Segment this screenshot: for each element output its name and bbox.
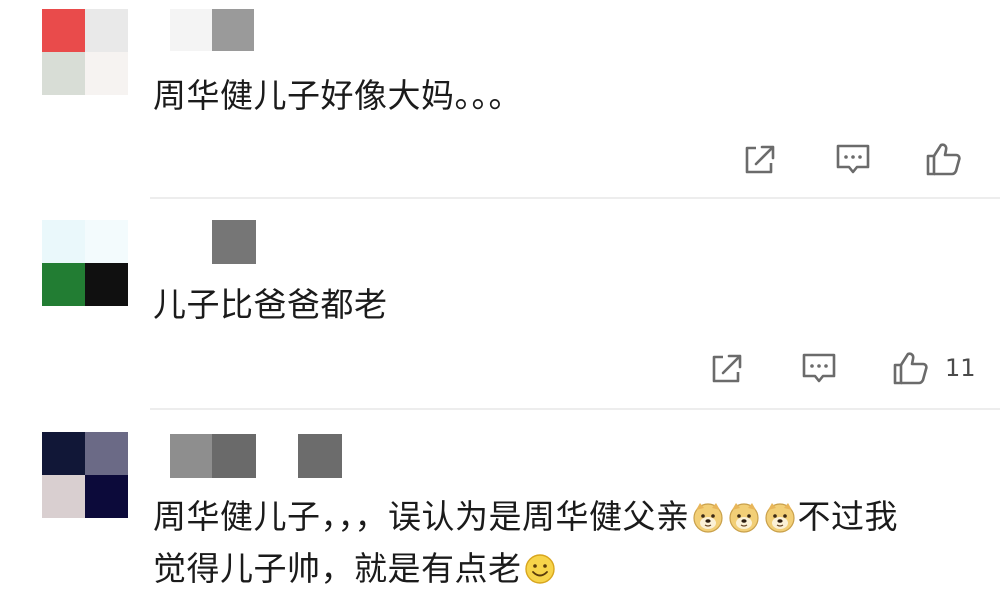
avatar-pixel bbox=[42, 475, 85, 518]
reply-icon bbox=[802, 353, 836, 383]
reply-button[interactable] bbox=[831, 137, 875, 181]
comment-text-line: 觉得儿子帅，就是有点老 bbox=[153, 549, 522, 588]
doge-emoji bbox=[727, 500, 761, 546]
comment-actions: 11 bbox=[705, 346, 985, 390]
smile-emoji bbox=[523, 552, 557, 598]
avatar[interactable] bbox=[42, 9, 128, 95]
avatar-pixel bbox=[42, 432, 85, 475]
reply-icon bbox=[836, 144, 870, 174]
share-icon bbox=[712, 354, 742, 383]
avatar-pixel bbox=[85, 263, 128, 306]
avatar-pixel bbox=[42, 52, 85, 95]
doge-emoji bbox=[691, 500, 725, 546]
username-blurred[interactable] bbox=[170, 9, 256, 51]
like-count: 11 bbox=[945, 354, 976, 382]
share-button[interactable] bbox=[738, 137, 782, 181]
avatar-pixel bbox=[85, 220, 128, 263]
share-button[interactable] bbox=[705, 346, 749, 390]
avatar[interactable] bbox=[42, 432, 128, 518]
avatar-pixel bbox=[42, 220, 85, 263]
avatar-pixel bbox=[42, 263, 85, 306]
avatar-pixel bbox=[42, 9, 85, 52]
comment-item: 儿子比爸爸都老 11 bbox=[0, 199, 1000, 408]
comment-item: 周华健儿子，，，误认为是周华健父亲 不过我 觉得儿子帅，就是有点老 bbox=[0, 410, 1000, 603]
comment-text: 周华健儿子好像大妈。。。 bbox=[153, 76, 522, 115]
avatar-pixel bbox=[85, 9, 128, 52]
share-icon bbox=[745, 145, 775, 174]
comment-actions bbox=[738, 137, 978, 181]
avatar-pixel bbox=[85, 475, 128, 518]
username-blurred[interactable] bbox=[170, 434, 342, 478]
comment-text-tail: 不过我 bbox=[797, 497, 898, 536]
comment-text: 周华健儿子，，，误认为是周华健父亲 不过我 bbox=[153, 494, 898, 546]
avatar-pixel bbox=[85, 432, 128, 475]
thumbs-up-icon bbox=[926, 143, 961, 176]
reply-button[interactable] bbox=[797, 346, 841, 390]
comment-item: 周华健儿子好像大妈。。。 bbox=[0, 0, 1000, 198]
doge-emoji bbox=[763, 500, 797, 546]
comment-text: 儿子比爸爸都老 bbox=[153, 285, 388, 324]
like-button[interactable] bbox=[922, 137, 966, 181]
avatar[interactable] bbox=[42, 220, 128, 306]
comment-text: 觉得儿子帅，就是有点老 bbox=[153, 546, 558, 598]
avatar-pixel bbox=[85, 52, 128, 95]
username-blurred[interactable] bbox=[212, 220, 256, 264]
like-button[interactable] bbox=[889, 346, 933, 390]
comment-text-line: 周华健儿子，，，误认为是周华健父亲 bbox=[153, 497, 690, 536]
thumbs-up-icon bbox=[893, 352, 928, 385]
